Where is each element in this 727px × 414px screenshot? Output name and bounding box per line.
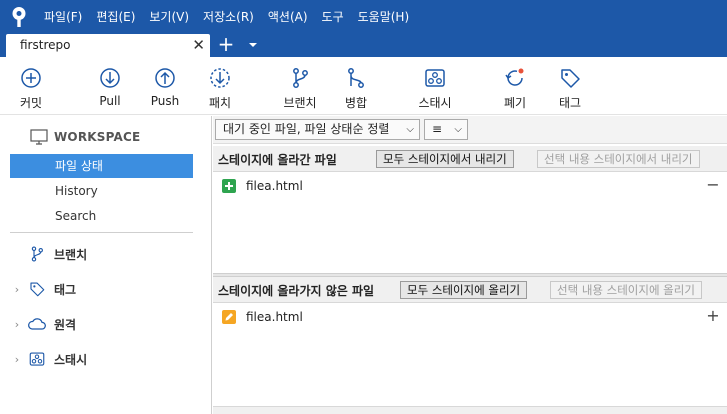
close-tab-icon[interactable]: ✕: [192, 36, 205, 54]
branch-icon: [293, 68, 308, 88]
list-view-icon: ≡: [432, 122, 443, 136]
tags-label: 태그: [54, 282, 77, 297]
add-tab-icon[interactable]: +: [216, 33, 236, 55]
tag-button[interactable]: 태그: [553, 57, 587, 115]
stashes-label: 스태시: [54, 352, 88, 367]
chevron-right-icon[interactable]: ›: [8, 318, 26, 331]
tag-icon: [26, 278, 48, 300]
branches-label: 브랜치: [54, 247, 88, 262]
sidebar-section-remotes[interactable]: › 원격: [0, 313, 212, 335]
stash-icon: [425, 69, 445, 87]
view-mode-dropdown[interactable]: ≡ ⌵: [424, 119, 468, 140]
branch-button[interactable]: 브랜치: [280, 57, 320, 115]
pull-button[interactable]: Pull: [93, 57, 127, 115]
tab-bar: firstrepo ✕ +: [0, 33, 727, 57]
file-filter-dropdown[interactable]: 대기 중인 파일, 파일 상태순 정렬 ⌵: [215, 119, 420, 140]
unstage-file-minus-icon[interactable]: −: [705, 177, 721, 193]
commit-plus-icon: [21, 68, 41, 88]
unstaged-files-header: 스테이지에 올라가지 않은 파일 모두 스테이지에 올리기 선택 내용 스테이지…: [213, 277, 727, 303]
commit-label: 커밋: [19, 96, 43, 110]
unstage-selected-button[interactable]: 선택 내용 스테이지에서 내리기: [537, 150, 700, 168]
pull-label: Pull: [99, 94, 121, 108]
stage-file-plus-icon[interactable]: +: [705, 308, 721, 324]
monitor-icon: [30, 129, 48, 145]
patch-label: 패치: [208, 96, 232, 110]
menu-file[interactable]: 파일(F): [44, 8, 82, 25]
menu-bar: 파일(F) 편집(E) 보기(V) 저장소(R) 액션(A) 도구 도움말(H): [0, 0, 727, 33]
menu-help[interactable]: 도움말(H): [358, 8, 410, 25]
menu-edit[interactable]: 편집(E): [96, 8, 135, 25]
cloud-icon: [26, 313, 48, 335]
patch-icon: [210, 68, 230, 88]
chevron-down-icon: ⌵: [454, 124, 462, 135]
workspace-header: WORKSPACE: [30, 128, 140, 146]
push-arrow-up-icon: [155, 68, 175, 88]
staged-file-name: filea.html: [246, 179, 303, 193]
tag-icon: [561, 69, 580, 88]
unstaged-file-name: filea.html: [246, 310, 303, 324]
chevron-right-icon[interactable]: ›: [8, 283, 26, 296]
merge-icon: [348, 68, 364, 88]
patch-button[interactable]: 패치: [203, 57, 237, 115]
file-filter-value: 대기 중인 파일, 파일 상태순 정렬: [223, 122, 390, 136]
sidebar-item-history[interactable]: History: [10, 179, 193, 203]
bottom-strip: [213, 406, 727, 414]
staged-files-title: 스테이지에 올라간 파일: [218, 153, 337, 167]
sidebar-divider: [10, 232, 193, 233]
chevron-right-icon[interactable]: ›: [8, 353, 26, 366]
staged-file-row[interactable]: filea.html −: [213, 176, 727, 198]
tab-menu-chevron-icon[interactable]: [248, 39, 258, 49]
sourcetree-logo-icon: [10, 6, 28, 28]
file-modified-icon: [222, 310, 236, 324]
tab-firstrepo[interactable]: firstrepo ✕: [6, 34, 210, 57]
tab-title: firstrepo: [20, 38, 71, 52]
tag-label: 태그: [558, 96, 582, 110]
push-button[interactable]: Push: [147, 57, 183, 115]
discard-label: 폐기: [503, 96, 527, 110]
unstaged-files-title: 스테이지에 올라가지 않은 파일: [218, 284, 375, 298]
filter-bar: 대기 중인 파일, 파일 상태순 정렬 ⌵ ≡ ⌵: [213, 116, 727, 144]
chevron-down-icon: ⌵: [406, 124, 414, 135]
staged-files-header: 스테이지에 올라간 파일 모두 스테이지에서 내리기 선택 내용 스테이지에서 …: [213, 146, 727, 172]
workspace-label: WORKSPACE: [54, 130, 141, 144]
file-status-panel: 대기 중인 파일, 파일 상태순 정렬 ⌵ ≡ ⌵ 스테이지에 올라간 파일 모…: [213, 116, 727, 414]
menu-view[interactable]: 보기(V): [149, 8, 189, 25]
main-toolbar: 커밋 Pull Push 패치 브랜치 병합 스태시 폐기 태그: [0, 57, 727, 115]
discard-button[interactable]: 폐기: [498, 57, 532, 115]
unstage-all-button[interactable]: 모두 스테이지에서 내리기: [376, 150, 514, 168]
file-added-icon: [222, 179, 236, 193]
unstaged-file-list: filea.html +: [213, 304, 727, 406]
push-label: Push: [150, 94, 180, 108]
commit-button[interactable]: 커밋: [12, 57, 50, 115]
sidebar-item-file-status[interactable]: 파일 상태: [10, 154, 193, 178]
sidebar-section-tags[interactable]: › 태그: [0, 278, 212, 300]
stage-selected-button[interactable]: 선택 내용 스테이지에 올리기: [550, 281, 702, 299]
unstaged-file-row[interactable]: filea.html +: [213, 307, 727, 329]
merge-label: 병합: [344, 96, 368, 110]
stage-all-button[interactable]: 모두 스테이지에 올리기: [400, 281, 528, 299]
sidebar: WORKSPACE 파일 상태 History Search 브랜치 › 태그 …: [0, 116, 212, 414]
stash-label: 스태시: [418, 96, 452, 110]
remotes-label: 원격: [54, 317, 77, 332]
stash-button[interactable]: 스태시: [412, 57, 458, 115]
menu-repository[interactable]: 저장소(R): [203, 8, 254, 25]
branch-icon: [26, 243, 48, 265]
pull-arrow-down-icon: [100, 68, 120, 88]
sidebar-section-branches[interactable]: 브랜치: [0, 243, 212, 265]
merge-button[interactable]: 병합: [338, 57, 374, 115]
stash-icon: [26, 348, 48, 370]
sidebar-section-stashes[interactable]: › 스태시: [0, 348, 212, 370]
staged-file-list: filea.html −: [213, 173, 727, 273]
discard-icon: [505, 68, 524, 86]
branch-label: 브랜치: [283, 96, 317, 110]
menu-tools[interactable]: 도구: [322, 8, 344, 25]
menu-actions[interactable]: 액션(A): [268, 8, 308, 25]
sidebar-item-search[interactable]: Search: [10, 204, 193, 228]
